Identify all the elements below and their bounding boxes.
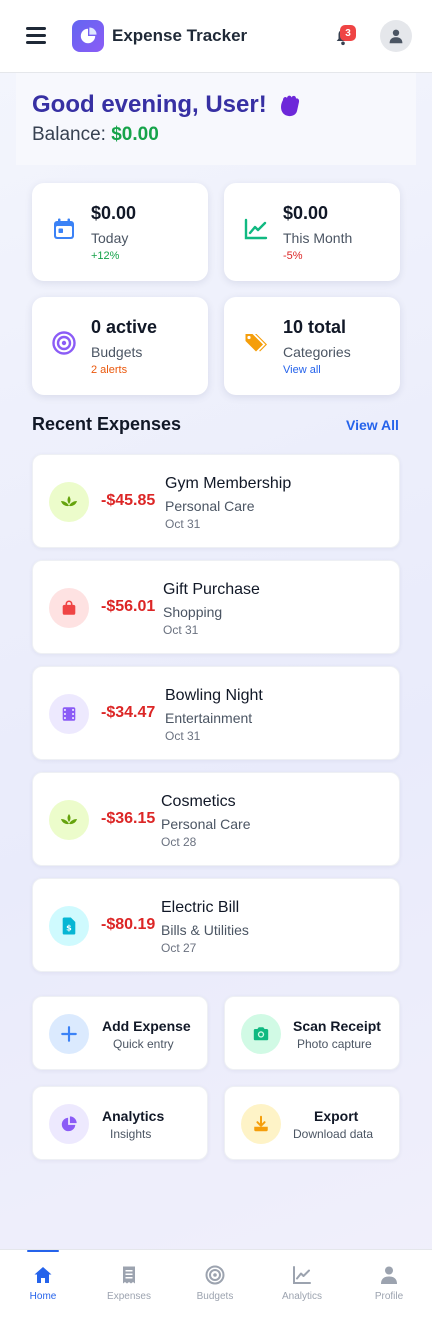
expense-date: Oct 31	[165, 729, 201, 743]
expense-row[interactable]: -$56.01 Gift Purchase Shopping Oct 31	[32, 560, 400, 654]
nav-item-analytics[interactable]: Analytics	[259, 1250, 345, 1320]
download-icon	[241, 1104, 281, 1144]
stat-label: This Month	[283, 230, 353, 246]
expense-row[interactable]: -$45.85 Gym Membership Personal Care Oct…	[32, 454, 400, 548]
stat-value: $0.00	[91, 203, 137, 223]
scan-receipt-button[interactable]: Scan Receipt Photo capture	[224, 996, 400, 1070]
home-icon	[34, 1267, 52, 1283]
expense-date: Oct 31	[165, 517, 201, 531]
app-header: Expense Tracker 3	[0, 0, 432, 73]
view-all-categories-link[interactable]: View all	[283, 364, 321, 376]
camera-icon	[241, 1014, 281, 1054]
spa-icon	[49, 482, 89, 522]
expense-name: Cosmetics	[161, 793, 236, 810]
action-subtitle: Quick entry	[113, 1037, 174, 1051]
action-title: Add Expense	[102, 1018, 191, 1034]
nav-label: Budgets	[196, 1291, 234, 1302]
nav-item-expenses[interactable]: Expenses	[86, 1250, 172, 1320]
stat-card-budgets[interactable]: 0 active Budgets 2 alerts	[32, 297, 208, 395]
expense-row[interactable]: -$36.15 Cosmetics Personal Care Oct 28	[32, 772, 400, 866]
add-expense-button[interactable]: Add Expense Quick entry	[32, 996, 208, 1070]
action-title: Export	[314, 1108, 359, 1124]
expense-amount: -$36.15	[101, 810, 156, 827]
user-icon	[389, 29, 403, 44]
greeting-title: Good evening, User!	[32, 91, 267, 118]
film-icon	[49, 694, 89, 734]
action-title: Scan Receipt	[293, 1018, 381, 1034]
analytics-button[interactable]: Analytics Insights	[32, 1086, 208, 1160]
stat-label: Categories	[283, 344, 351, 360]
expense-amount: -$56.01	[101, 598, 156, 615]
stat-value: $0.00	[283, 203, 329, 223]
greeting-panel: Good evening, User! Balance: $0.00	[16, 73, 416, 165]
stat-label: Budgets	[91, 344, 143, 360]
tags-icon	[245, 334, 267, 352]
bottom-nav: Home Expenses Budgets Analytics Profile	[0, 1249, 432, 1320]
action-subtitle: Photo capture	[297, 1037, 372, 1051]
app-logo-icon	[72, 20, 104, 52]
action-subtitle: Download data	[293, 1127, 374, 1141]
stat-card-categories[interactable]: 10 total Categories View all	[224, 297, 400, 395]
expense-date: Oct 28	[161, 835, 197, 849]
balance-label: Balance:	[32, 124, 106, 145]
chart-line-icon	[293, 1266, 311, 1284]
user-icon	[381, 1266, 397, 1284]
expense-amount: -$34.47	[101, 704, 156, 721]
stat-change: -5%	[283, 250, 303, 262]
target-icon	[52, 331, 76, 355]
expense-category: Entertainment	[165, 710, 253, 726]
expense-name: Electric Bill	[161, 899, 240, 916]
recent-expenses-title: Recent Expenses	[32, 414, 182, 434]
expense-name: Gym Membership	[165, 475, 292, 492]
expense-category: Personal Care	[165, 498, 255, 514]
balance-value: $0.00	[111, 124, 159, 145]
chart-line-icon	[244, 218, 268, 240]
stat-value: 0 active	[91, 317, 158, 337]
notification-badge: 3	[340, 25, 356, 41]
expense-category: Shopping	[163, 604, 223, 620]
expense-category: Bills & Utilities	[161, 922, 249, 938]
expense-row[interactable]: -$34.47 Bowling Night Entertainment Oct …	[32, 666, 400, 760]
menu-icon[interactable]	[26, 27, 46, 45]
expense-date: Oct 27	[161, 941, 197, 955]
nav-item-home[interactable]: Home	[0, 1250, 86, 1320]
expense-date: Oct 31	[163, 623, 199, 637]
nav-label: Profile	[374, 1291, 404, 1302]
action-subtitle: Insights	[110, 1127, 152, 1141]
hand-wave-icon	[280, 95, 299, 117]
avatar[interactable]	[380, 20, 412, 52]
stat-alerts: 2 alerts	[91, 364, 128, 376]
app-title: Expense Tracker	[112, 26, 248, 45]
shopping-bag-icon	[49, 588, 89, 628]
plus-icon	[49, 1014, 89, 1054]
spa-icon	[49, 800, 89, 840]
stat-value: 10 total	[283, 317, 347, 337]
nav-label: Expenses	[107, 1291, 151, 1302]
stat-label: Today	[91, 230, 129, 246]
target-icon	[205, 1265, 225, 1285]
stat-card-month[interactable]: $0.00 This Month -5%	[224, 183, 400, 281]
calendar-icon	[54, 218, 74, 239]
stat-change: +12%	[91, 250, 120, 262]
expense-amount: -$80.19	[101, 916, 156, 933]
invoice-icon: $	[49, 906, 89, 946]
stat-card-today[interactable]: $0.00 Today +12%	[32, 183, 208, 281]
action-title: Analytics	[102, 1108, 165, 1124]
expense-row[interactable]: $ -$80.19 Electric Bill Bills & Utilitie…	[32, 878, 400, 972]
expense-category: Personal Care	[161, 816, 251, 832]
nav-item-budgets[interactable]: Budgets	[172, 1250, 258, 1320]
nav-label: Analytics	[281, 1291, 322, 1302]
view-all-expenses-link[interactable]: View All	[346, 417, 399, 433]
expense-amount: -$45.85	[101, 492, 156, 509]
expense-name: Bowling Night	[165, 687, 263, 704]
nav-label: Home	[29, 1291, 57, 1302]
export-button[interactable]: Export Download data	[224, 1086, 400, 1160]
nav-item-profile[interactable]: Profile	[346, 1250, 432, 1320]
pie-chart-icon	[49, 1104, 89, 1144]
expense-name: Gift Purchase	[163, 581, 260, 598]
receipt-icon	[123, 1266, 135, 1284]
svg-text:$: $	[66, 923, 72, 933]
